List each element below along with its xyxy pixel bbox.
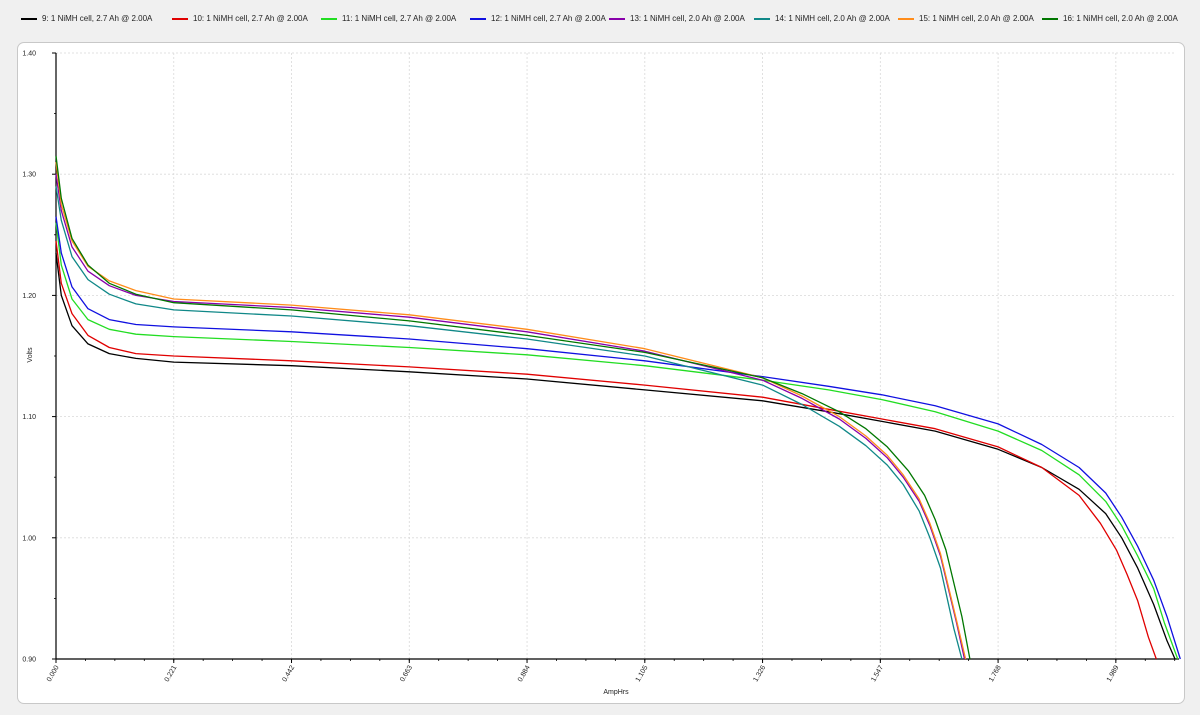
- chart-panel: 0.000 0.221 0.442 0.663 0.884 1.105 1.326 1.547…: [17, 42, 1185, 704]
- legend-item: 12: 1 NiMH cell, 2.7 Ah @ 2.00A: [470, 14, 606, 23]
- y-tick-label: 1.30: [22, 172, 36, 179]
- legend-item: 15: 1 NiMH cell, 2.0 Ah @ 2.00A: [898, 14, 1034, 23]
- series-line-7: [55, 162, 967, 660]
- legend-item: 16: 1 NiMH cell, 2.0 Ah @ 2.00A: [1042, 14, 1178, 23]
- legend-label: 12: 1 NiMH cell, 2.7 Ah @ 2.00A: [491, 14, 606, 23]
- legend-label: 16: 1 NiMH cell, 2.0 Ah @ 2.00A: [1063, 14, 1178, 23]
- legend-label: 14: 1 NiMH cell, 2.0 Ah @ 2.00A: [775, 14, 890, 23]
- legend-swatch: [1042, 17, 1058, 20]
- legend-item: 10: 1 NiMH cell, 2.7 Ah @ 2.00A: [172, 14, 308, 23]
- legend-label: 9: 1 NiMH cell, 2.7 Ah @ 2.00A: [42, 14, 153, 23]
- y-axis-title: Volts: [27, 347, 34, 363]
- x-tick-label: 0.221: [164, 664, 179, 683]
- y-tick-label: 1.40: [22, 51, 36, 58]
- legend-label: 15: 1 NiMH cell, 2.0 Ah @ 2.00A: [919, 14, 1034, 23]
- y-tick-label: 1.10: [22, 414, 36, 421]
- legend-label: 13: 1 NiMH cell, 2.0 Ah @ 2.00A: [630, 14, 745, 23]
- series-line-1: [55, 252, 1176, 660]
- legend-swatch: [754, 17, 770, 20]
- x-tick-label: 1.326: [752, 664, 767, 683]
- chart-legend: 9: 1 NiMH cell, 2.7 Ah @ 2.00A 10: 1 NiMH…: [0, 0, 1200, 42]
- legend-item: 14: 1 NiMH cell, 2.0 Ah @ 2.00A: [754, 14, 890, 23]
- y-tick-label: 0.90: [22, 657, 36, 664]
- tick-labels: 0.000 0.221 0.442 0.663 0.884 1.105 1.326 1.547…: [22, 51, 1120, 684]
- legend-swatch: [172, 17, 188, 20]
- legend-item: 11: 1 NiMH cell, 2.7 Ah @ 2.00A: [321, 14, 456, 23]
- legend-label: 11: 1 NiMH cell, 2.7 Ah @ 2.00A: [342, 14, 457, 23]
- x-tick-label: 1.547: [870, 664, 885, 683]
- x-tick-label: 1.989: [1106, 664, 1121, 683]
- legend-label: 10: 1 NiMH cell, 2.7 Ah @ 2.00A: [193, 14, 308, 23]
- series-lines: [55, 155, 1181, 660]
- series-line-3: [55, 222, 1179, 660]
- x-tick-label: 0.442: [281, 664, 296, 683]
- x-tick-label: 1.105: [635, 664, 650, 683]
- series-line-8: [55, 155, 971, 660]
- x-tick-label: 0.000: [46, 664, 61, 683]
- x-axis-title: AmpHrs: [603, 689, 629, 696]
- x-tick-label: 0.884: [517, 664, 532, 683]
- x-tick-label: 0.663: [399, 664, 414, 683]
- legend-swatch: [21, 17, 37, 20]
- series-line-6: [55, 186, 963, 660]
- y-tick-label: 1.20: [22, 293, 36, 300]
- legend-swatch: [470, 17, 486, 20]
- y-tick-label: 1.00: [22, 535, 36, 542]
- legend-swatch: [321, 17, 337, 20]
- line-chart: 0.000 0.221 0.442 0.663 0.884 1.105 1.326 1.547…: [22, 51, 1181, 696]
- legend-swatch: [898, 17, 914, 20]
- legend-item: 9: 1 NiMH cell, 2.7 Ah @ 2.00A: [21, 14, 152, 23]
- x-tick-label: 1.768: [988, 664, 1003, 683]
- legend-swatch: [609, 17, 625, 20]
- grid: [56, 52, 1175, 659]
- legend-item: 13: 1 NiMH cell, 2.0 Ah @ 2.00A: [609, 14, 745, 23]
